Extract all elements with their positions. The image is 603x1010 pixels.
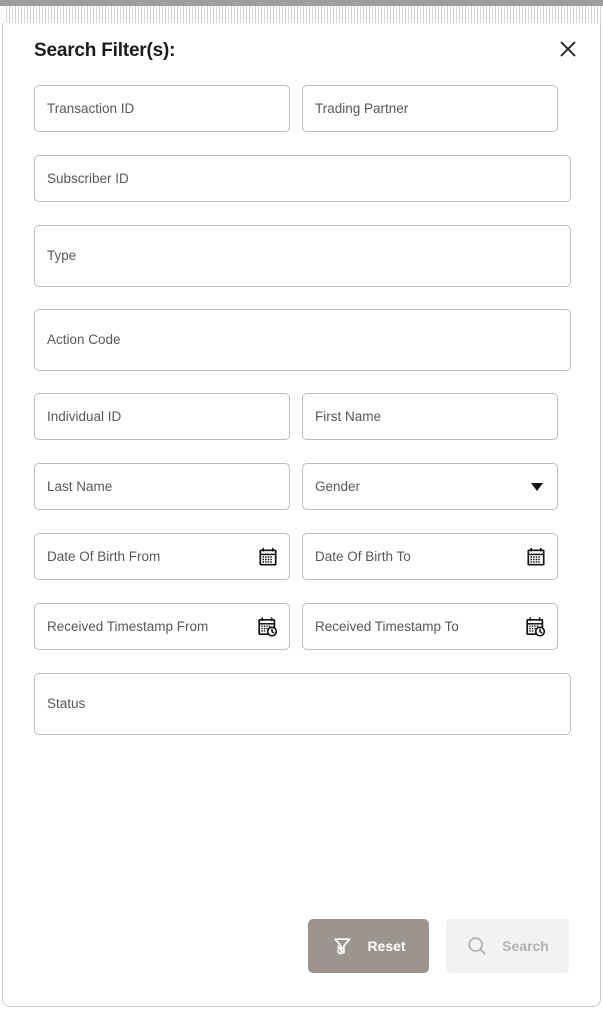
search-icon [466, 935, 488, 957]
reset-button[interactable]: Reset [308, 919, 429, 973]
filter-reset-icon [331, 935, 353, 957]
search-button-label: Search [502, 938, 549, 954]
page-title: Search Filter(s): [34, 40, 176, 61]
gender-select[interactable]: Gender [302, 463, 558, 510]
trading-partner-label: Trading Partner [315, 100, 409, 116]
form-row: Subscriber ID [34, 155, 571, 202]
last-name-field[interactable]: Last Name [34, 463, 290, 510]
form-row: Transaction ID Trading Partner [34, 85, 571, 132]
dialog-footer: Reset Search [308, 919, 569, 973]
subscriber-id-field[interactable]: Subscriber ID [34, 155, 571, 202]
last-name-label: Last Name [47, 478, 113, 494]
date-of-birth-to-field[interactable]: Date Of Birth To [302, 533, 558, 580]
filter-form: Transaction ID Trading Partner Subscribe… [34, 85, 571, 757]
first-name-label: First Name [315, 408, 382, 424]
individual-id-label: Individual ID [47, 408, 122, 424]
form-row: Action Code [34, 309, 571, 371]
calendar-icon[interactable] [526, 547, 546, 567]
obscured-background-content [4, 6, 601, 23]
form-row: Status [34, 673, 571, 735]
status-field[interactable]: Status [34, 673, 571, 735]
form-row: Type [34, 225, 571, 287]
type-label: Type [47, 248, 77, 264]
chevron-down-icon[interactable] [531, 482, 543, 491]
date-of-birth-from-field[interactable]: Date Of Birth From [34, 533, 290, 580]
form-row: Received Timestamp From Received Timesta… [34, 603, 571, 650]
received-timestamp-to-label: Received Timestamp To [315, 618, 459, 634]
search-filters-dialog: Search Filter(s): Transaction ID Trading… [2, 23, 601, 1007]
transaction-id-field[interactable]: Transaction ID [34, 85, 290, 132]
search-button[interactable]: Search [446, 919, 569, 973]
calendar-icon[interactable] [258, 547, 278, 567]
subscriber-id-label: Subscriber ID [47, 170, 129, 186]
date-of-birth-to-label: Date Of Birth To [315, 548, 411, 564]
transaction-id-label: Transaction ID [47, 100, 135, 116]
gender-label: Gender [315, 478, 361, 494]
form-row: Date Of Birth From Date Of Birth To [34, 533, 571, 580]
action-code-label: Action Code [47, 332, 121, 348]
dialog-header: Search Filter(s): [3, 23, 600, 85]
received-timestamp-from-field[interactable]: Received Timestamp From [34, 603, 290, 650]
close-icon[interactable] [555, 36, 581, 62]
calendar-clock-icon[interactable] [525, 616, 546, 637]
page-root: Search Filter(s): Transaction ID Trading… [0, 0, 603, 1010]
received-timestamp-to-field[interactable]: Received Timestamp To [302, 603, 558, 650]
reset-button-label: Reset [367, 938, 406, 954]
type-field[interactable]: Type [34, 225, 571, 287]
calendar-clock-icon[interactable] [257, 616, 278, 637]
individual-id-field[interactable]: Individual ID [34, 393, 290, 440]
form-row: Individual ID First Name [34, 393, 571, 440]
status-label: Status [47, 696, 86, 712]
first-name-field[interactable]: First Name [302, 393, 558, 440]
received-timestamp-from-label: Received Timestamp From [47, 618, 209, 634]
trading-partner-field[interactable]: Trading Partner [302, 85, 558, 132]
form-row: Last Name Gender [34, 463, 571, 510]
date-of-birth-from-label: Date Of Birth From [47, 548, 161, 564]
action-code-field[interactable]: Action Code [34, 309, 571, 371]
